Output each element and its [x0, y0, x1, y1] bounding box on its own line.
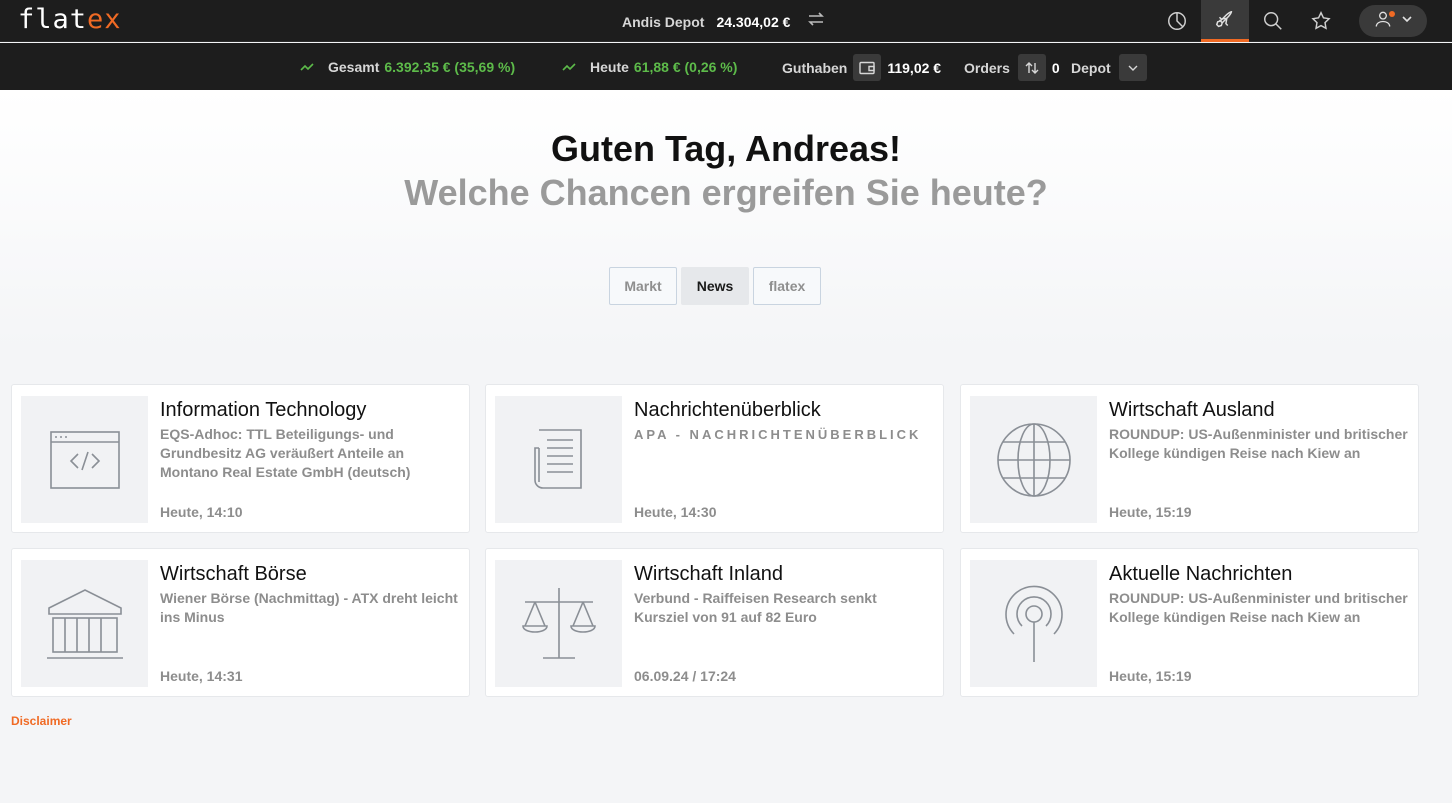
- rocket-icon[interactable]: [1201, 0, 1249, 42]
- news-card[interactable]: Wirtschaft Inland Verbund - Raiffeisen R…: [485, 548, 944, 697]
- bank-building-icon: [21, 560, 148, 687]
- card-title: Nachrichtenüberblick: [634, 399, 821, 421]
- globe-icon: [970, 396, 1097, 523]
- content-tabs: Markt News flatex: [609, 267, 821, 305]
- orders-label: Orders: [964, 59, 1010, 76]
- trend-up-icon: [300, 60, 314, 75]
- greeting-subtitle: Welche Chancen ergreifen Sie heute?: [404, 172, 1048, 213]
- news-card[interactable]: Nachrichtenüberblick APA - NACHRICHTENÜB…: [485, 384, 944, 533]
- depot-selector[interactable]: Andis Depot 24.304,02 €: [622, 11, 826, 32]
- gesamt-label: Gesamt: [328, 59, 380, 75]
- heute-label: Heute: [590, 59, 629, 75]
- card-description: Verbund - Raiffeisen Research senkt Kurs…: [634, 590, 877, 625]
- top-bar: flatex Andis Depot 24.304,02 €: [0, 0, 1452, 42]
- depot-dropdown-button[interactable]: [1118, 54, 1147, 81]
- news-card[interactable]: Aktuelle Nachrichten ROUNDUP: US-Außenmi…: [960, 548, 1419, 697]
- search-icon[interactable]: [1249, 0, 1297, 42]
- card-timestamp: Heute, 14:31: [160, 668, 243, 684]
- card-title: Aktuelle Nachrichten: [1109, 563, 1293, 585]
- card-title: Wirtschaft Inland: [634, 563, 783, 585]
- card-timestamp: Heute, 14:10: [160, 504, 243, 520]
- flatex-logo[interactable]: flatex: [18, 4, 122, 35]
- card-description: ROUNDUP: US-Außenminister und britischer…: [1109, 426, 1408, 461]
- depot-name: Andis Depot: [622, 13, 705, 30]
- guthaben-stat: Guthaben 119,02 €: [782, 54, 941, 81]
- card-timestamp: Heute, 15:19: [1109, 504, 1192, 520]
- trend-up-icon: [562, 60, 576, 75]
- notification-dot: [1389, 11, 1395, 17]
- card-description: EQS-Adhoc: TTL Beteiligungs- und Grundbe…: [160, 426, 411, 480]
- newspaper-icon: [495, 396, 622, 523]
- code-window-icon: [21, 396, 148, 523]
- top-nav-icons: [1153, 0, 1452, 42]
- orders-arrows-icon[interactable]: [1017, 54, 1046, 81]
- orders-stat: Orders 0: [964, 54, 1060, 81]
- depot-value: 24.304,02 €: [716, 13, 791, 30]
- card-title: Wirtschaft Börse: [160, 563, 307, 585]
- tab-news[interactable]: News: [681, 267, 749, 305]
- tab-markt[interactable]: Markt: [609, 267, 677, 305]
- card-timestamp: Heute, 14:30: [634, 504, 717, 520]
- welcome-hero: Guten Tag, Andreas! Welche Chancen ergre…: [0, 90, 1452, 350]
- disclaimer-link[interactable]: Disclaimer: [11, 714, 72, 728]
- guthaben-value: 119,02 €: [887, 59, 942, 76]
- portfolio-stats-bar: Gesamt 6.392,35 € (35,69 %) Heute 61,88 …: [0, 43, 1452, 90]
- gesamt-stat: Gesamt 6.392,35 € (35,69 %): [300, 59, 515, 75]
- card-description: ROUNDUP: US-Außenminister und britischer…: [1109, 590, 1408, 625]
- heute-value: 61,88 € (0,26 %): [633, 59, 738, 75]
- portfolio-pie-icon[interactable]: [1153, 0, 1201, 42]
- card-description: APA - NACHRICHTENÜBERBLICK: [634, 427, 922, 442]
- depot-label: Depot: [1071, 59, 1111, 76]
- card-title: Information Technology: [160, 399, 367, 421]
- guthaben-label: Guthaben: [782, 59, 848, 76]
- news-card[interactable]: Wirtschaft Börse Wiener Börse (Nachmitta…: [11, 548, 470, 697]
- wallet-icon[interactable]: [853, 54, 882, 81]
- gesamt-value: 6.392,35 € (35,69 %): [384, 59, 516, 75]
- switch-depot-icon[interactable]: [806, 11, 826, 32]
- card-timestamp: Heute, 15:19: [1109, 668, 1192, 684]
- scales-icon: [495, 560, 622, 687]
- chevron-down-icon: [1401, 12, 1413, 30]
- news-card[interactable]: Information Technology EQS-Adhoc: TTL Be…: [11, 384, 470, 533]
- greeting-title: Guten Tag, Andreas!: [550, 128, 902, 169]
- broadcast-icon: [970, 560, 1097, 687]
- orders-value: 0: [1051, 59, 1060, 76]
- heute-stat: Heute 61,88 € (0,26 %): [562, 59, 737, 75]
- star-icon[interactable]: [1297, 0, 1345, 42]
- card-title: Wirtschaft Ausland: [1109, 399, 1275, 421]
- depot-stat: Depot: [1071, 54, 1153, 81]
- card-timestamp: 06.09.24 / 17:24: [634, 668, 736, 684]
- news-card[interactable]: Wirtschaft Ausland ROUNDUP: US-Außenmini…: [960, 384, 1419, 533]
- tab-flatex[interactable]: flatex: [753, 267, 821, 305]
- card-description: Wiener Börse (Nachmittag) - ATX dreht le…: [160, 590, 458, 625]
- user-menu-button[interactable]: [1359, 5, 1427, 37]
